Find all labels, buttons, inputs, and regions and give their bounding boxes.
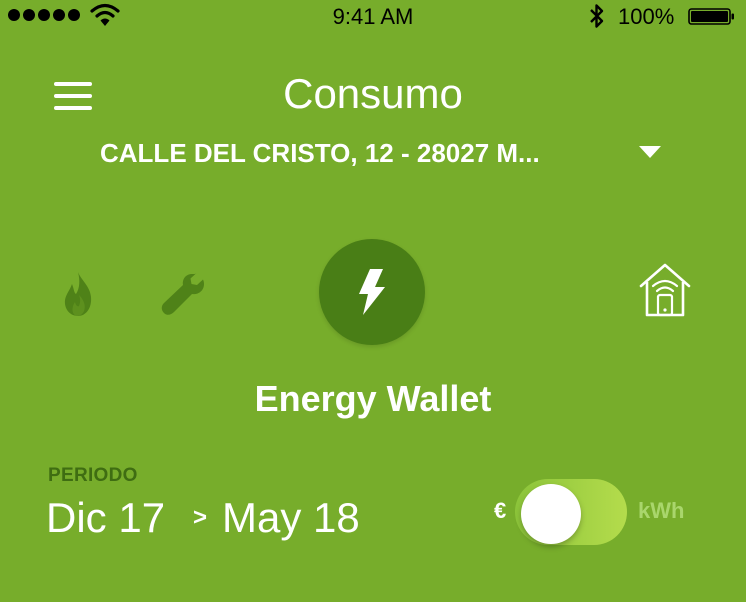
caret-down-icon[interactable] bbox=[638, 145, 662, 159]
unit-kwh-label: kWh bbox=[638, 498, 685, 523]
period-label: PERIODO bbox=[48, 465, 138, 486]
wrench-icon[interactable] bbox=[158, 272, 206, 316]
smart-home-icon[interactable] bbox=[638, 262, 692, 318]
battery-percent: 100% bbox=[618, 4, 675, 29]
lightning-bolt-icon bbox=[359, 269, 385, 315]
toggle-knob[interactable] bbox=[521, 484, 581, 544]
battery-icon bbox=[688, 8, 734, 25]
page-title: Consumo bbox=[283, 70, 463, 117]
address-selector[interactable]: CALLE DEL CRISTO, 12 - 28027 M... bbox=[100, 138, 590, 169]
period-start[interactable]: Dic 17 bbox=[46, 494, 165, 542]
period-end[interactable]: May 18 bbox=[222, 494, 360, 542]
unit-euro-label: € bbox=[494, 498, 507, 523]
flame-icon[interactable] bbox=[60, 270, 96, 318]
status-bar: 9:41 AM 100% bbox=[0, 0, 746, 34]
section-title: Energy Wallet bbox=[254, 378, 492, 419]
bluetooth-icon bbox=[590, 4, 604, 28]
energy-service-button[interactable] bbox=[319, 239, 425, 345]
period-arrow-icon: > bbox=[193, 504, 208, 531]
